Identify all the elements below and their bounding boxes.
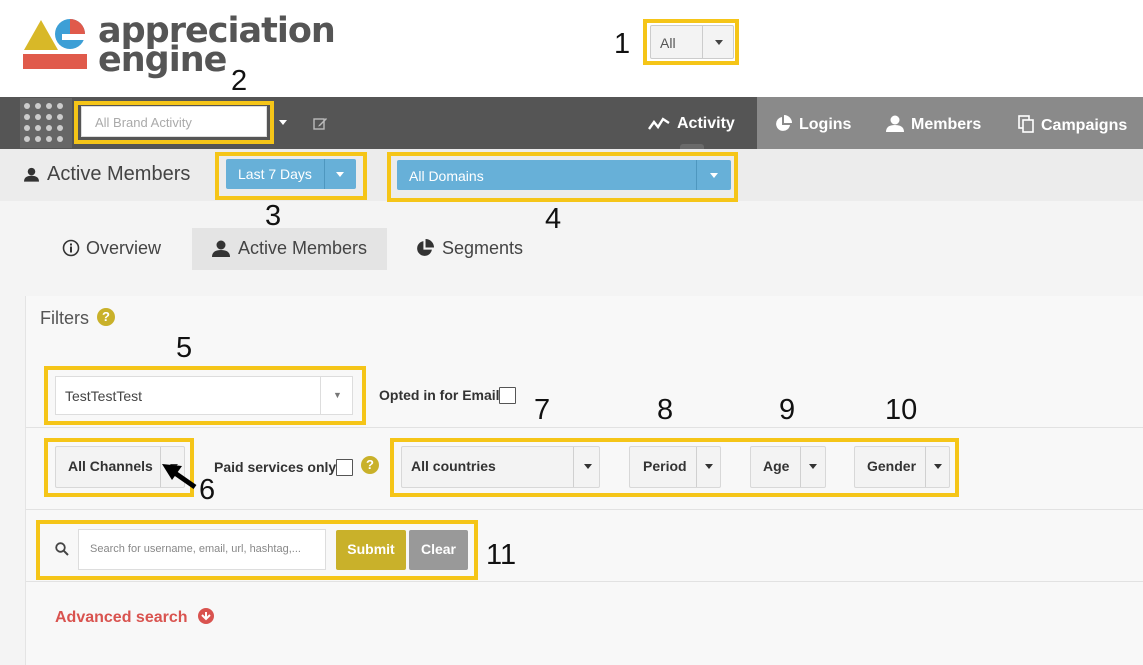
- pie-chart-icon: [417, 239, 434, 256]
- tab-overview-label: Overview: [86, 238, 162, 258]
- annotation-number-11: 11: [486, 539, 517, 571]
- period-label: Period: [643, 458, 687, 474]
- annotation-number-9: 9: [779, 394, 796, 426]
- annotation-number-7: 7: [534, 394, 551, 426]
- gender-select[interactable]: Gender: [854, 446, 950, 488]
- age-label: Age: [763, 458, 790, 474]
- countries-label: All countries: [411, 458, 496, 474]
- annotation-number-5: 5: [176, 332, 193, 364]
- info-icon: [62, 239, 80, 257]
- account-select-label: All: [660, 35, 676, 51]
- paid-services-checkbox[interactable]: [336, 459, 353, 476]
- annotation-number-6: 6: [199, 474, 216, 506]
- period-select[interactable]: Period: [629, 446, 721, 488]
- segment-select-label: TestTestTest: [65, 388, 143, 404]
- user-icon: [212, 240, 230, 257]
- clear-button[interactable]: Clear: [409, 530, 468, 570]
- nav-campaigns-label: Campaigns: [1041, 117, 1128, 134]
- annotation-number-1: 1: [614, 28, 631, 60]
- gender-label: Gender: [867, 458, 917, 474]
- annotation-number-3: 3: [265, 200, 282, 232]
- nav-members-label: Members: [911, 116, 982, 133]
- divider: [26, 581, 1143, 582]
- tab-segments-label: Segments: [442, 238, 524, 258]
- nav-activity[interactable]: Activity: [648, 115, 735, 133]
- tab-overview[interactable]: Overview: [62, 228, 182, 270]
- paid-services-label: Paid services only:: [214, 459, 341, 475]
- opted-in-label: Opted in for Email:: [379, 387, 505, 403]
- circle-arrow-down-icon: [197, 608, 214, 624]
- segment-select[interactable]: TestTestTest ▼: [55, 376, 353, 415]
- apps-grid-icon[interactable]: [20, 98, 72, 148]
- divider: [702, 26, 703, 58]
- date-range-label: Last 7 Days: [238, 166, 312, 182]
- age-select[interactable]: Age: [750, 446, 826, 488]
- page-title: Active Members: [47, 163, 191, 185]
- activity-line-icon: [648, 117, 670, 130]
- annotation-number-4: 4: [545, 203, 562, 235]
- pie-chart-icon: [776, 115, 792, 131]
- tab-segments[interactable]: Segments: [416, 228, 536, 270]
- help-icon[interactable]: ?: [97, 308, 115, 326]
- divider: [26, 509, 1143, 510]
- search-input[interactable]: Search for username, email, url, hashtag…: [78, 529, 326, 570]
- tab-active-members[interactable]: Active Members: [192, 228, 387, 270]
- divider: [800, 447, 801, 487]
- divider: [320, 377, 321, 414]
- annotation-number-2: 2: [231, 65, 248, 97]
- divider: [324, 159, 325, 189]
- domains-select[interactable]: All Domains: [397, 160, 731, 190]
- annotation-number-8: 8: [657, 394, 674, 426]
- caret-down-icon: [710, 173, 718, 178]
- triangle-down-icon: ▼: [333, 390, 342, 400]
- copy-icon: [1018, 115, 1034, 133]
- divider: [696, 160, 697, 190]
- opted-in-checkbox[interactable]: [499, 387, 516, 404]
- filters-heading: Filters: [40, 308, 89, 328]
- nav-logins[interactable]: Logins: [775, 115, 851, 134]
- user-icon: [24, 167, 39, 182]
- account-select[interactable]: All: [650, 25, 734, 59]
- divider: [696, 447, 697, 487]
- nav-campaigns[interactable]: Campaigns: [1018, 115, 1127, 135]
- caret-down-icon: [715, 40, 723, 45]
- nav-logins-label: Logins: [799, 116, 852, 133]
- logo-mark-icon: [23, 19, 87, 69]
- user-icon: [886, 115, 904, 132]
- divider: [573, 447, 574, 487]
- help-icon[interactable]: ?: [361, 456, 379, 474]
- brand-activity-select[interactable]: All Brand Activity: [81, 106, 267, 137]
- advanced-search-link[interactable]: Advanced search: [55, 608, 214, 627]
- advanced-search-label: Advanced search: [55, 609, 188, 626]
- search-icon: [55, 542, 69, 556]
- divider: [925, 447, 926, 487]
- edit-icon[interactable]: [313, 116, 328, 130]
- domains-label: All Domains: [409, 168, 484, 184]
- divider: [26, 427, 1143, 428]
- date-range-select[interactable]: Last 7 Days: [226, 159, 356, 189]
- countries-select[interactable]: All countries: [401, 446, 600, 488]
- logo: appreciation engine: [22, 14, 336, 80]
- caret-down-icon: [934, 464, 942, 469]
- annotation-arrow-icon: [162, 464, 197, 490]
- tab-active-members-label: Active Members: [238, 238, 368, 258]
- caret-down-icon: [336, 172, 344, 177]
- nav-members[interactable]: Members: [886, 115, 981, 134]
- nav-activity-label: Activity: [677, 115, 735, 132]
- annotation-number-10: 10: [885, 394, 918, 426]
- brand-select-caret-icon[interactable]: [279, 120, 287, 125]
- logo-line-2: engine: [98, 40, 227, 80]
- caret-down-icon: [809, 464, 817, 469]
- submit-button[interactable]: Submit: [336, 530, 406, 570]
- caret-down-icon: [584, 464, 592, 469]
- channels-label: All Channels: [68, 458, 153, 474]
- caret-down-icon: [705, 464, 713, 469]
